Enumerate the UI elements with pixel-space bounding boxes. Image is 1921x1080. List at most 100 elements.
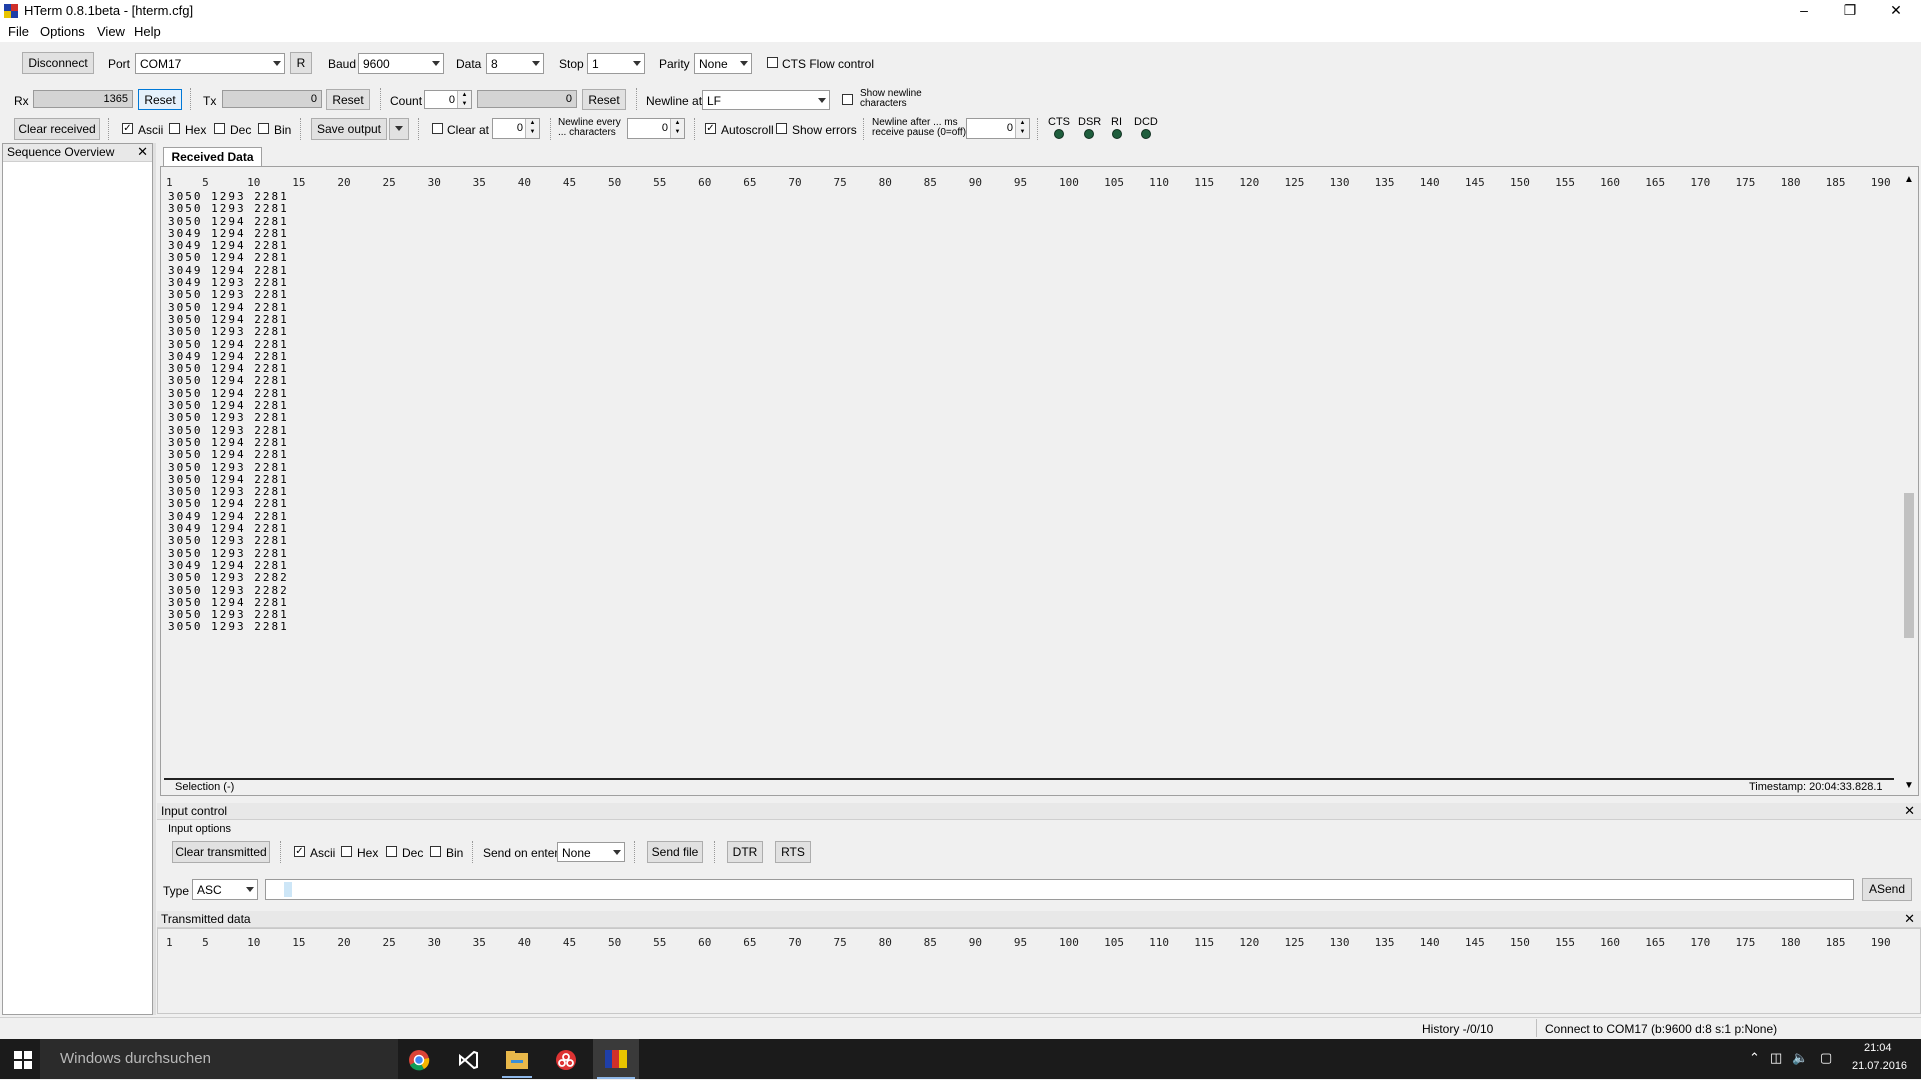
chevron-down-icon xyxy=(740,61,748,66)
tab-received-data[interactable]: Received Data xyxy=(163,147,262,166)
notification-icon[interactable]: ▢ xyxy=(1820,1050,1832,1066)
close-icon[interactable]: ✕ xyxy=(1904,803,1915,819)
disconnect-button[interactable]: Disconnect xyxy=(22,52,94,74)
show-newline-checkbox[interactable] xyxy=(842,94,853,105)
received-scrollbar[interactable] xyxy=(1902,172,1916,794)
show-errors-checkbox[interactable] xyxy=(776,123,787,134)
menu-view[interactable]: View xyxy=(97,24,125,39)
spin-arrows-icon[interactable]: ▲ ▼ xyxy=(457,91,471,108)
rx-reset-button[interactable]: Reset xyxy=(138,89,182,110)
newline-after-stepper[interactable]: 0 ▲ ▼ xyxy=(966,118,1030,139)
count-reset-button[interactable]: Reset xyxy=(582,89,626,110)
clear-received-button[interactable]: Clear received xyxy=(14,118,100,140)
close-icon[interactable]: ✕ xyxy=(1904,911,1915,927)
send-on-enter-select[interactable]: None xyxy=(557,842,625,862)
ruler-tick-label: 60 xyxy=(698,176,712,189)
scroll-down-icon[interactable]: ▼ xyxy=(1904,780,1914,791)
title-bar[interactable]: HTerm 0.8.1beta - [hterm.cfg] – ❐ ✕ xyxy=(0,0,1921,22)
received-data-lines[interactable]: 3050 1293 2281 3050 1293 2281 3050 1294 22… xyxy=(168,190,568,634)
save-output-button[interactable]: Save output xyxy=(311,118,387,140)
scrollbar-thumb[interactable] xyxy=(1904,493,1914,638)
parity-select[interactable]: None xyxy=(694,53,752,74)
newline-after-label: Newline after ... ms receive pause (0=of… xyxy=(872,117,967,138)
scroll-up-icon[interactable]: ▲ xyxy=(1904,174,1914,185)
menu-options[interactable]: Options xyxy=(40,24,85,39)
bin-checkbox[interactable] xyxy=(258,123,269,134)
spin-arrows-icon[interactable]: ▲ ▼ xyxy=(670,119,684,138)
stop-bits-select[interactable]: 1 xyxy=(587,53,645,74)
hterm-app-icon xyxy=(4,4,18,18)
type-label: Type xyxy=(163,884,190,898)
windows-start-icon[interactable] xyxy=(8,1045,38,1075)
ruler-tick-label: 125 xyxy=(1284,936,1305,949)
close-icon[interactable]: ✕ xyxy=(1873,0,1919,22)
taskbar-date[interactable]: 21.07.2016 xyxy=(1852,1060,1907,1072)
dtr-button[interactable]: DTR xyxy=(727,841,763,863)
input-ascii-label: Ascii xyxy=(310,846,336,860)
data-bits-value: 8 xyxy=(491,57,498,71)
type-select[interactable]: ASC xyxy=(192,879,258,900)
dec-checkbox[interactable] xyxy=(214,123,225,134)
clear-at-stepper[interactable]: 0 ▲ ▼ xyxy=(492,118,540,139)
input-bin-checkbox[interactable] xyxy=(430,846,441,857)
clear-transmitted-button[interactable]: Clear transmitted xyxy=(172,841,270,863)
tx-label: Tx xyxy=(203,94,217,108)
send-input[interactable] xyxy=(265,879,1854,900)
red-app-icon[interactable] xyxy=(551,1045,581,1075)
text-cursor xyxy=(284,882,292,897)
asend-button[interactable]: ASend xyxy=(1862,878,1912,901)
network-icon[interactable]: ◫ xyxy=(1770,1050,1782,1066)
input-ascii-checkbox[interactable]: ✓ xyxy=(294,846,305,857)
taskbar-search-input[interactable]: Windows durchsuchen xyxy=(40,1039,398,1079)
ruler-tick-label: 35 xyxy=(472,176,486,189)
input-hex-checkbox[interactable] xyxy=(341,846,352,857)
save-output-dropdown[interactable] xyxy=(389,118,409,140)
clear-at-label: Clear at xyxy=(447,123,490,137)
file-explorer-icon[interactable] xyxy=(502,1045,532,1075)
ruler-tick-label: 115 xyxy=(1194,936,1215,949)
ri-led-icon xyxy=(1112,129,1122,139)
spin-arrows-icon[interactable]: ▲ ▼ xyxy=(525,119,539,138)
splitter[interactable] xyxy=(153,143,156,1015)
cts-flow-label: CTS Flow control xyxy=(782,57,875,71)
hterm-taskbar-button[interactable] xyxy=(593,1039,639,1079)
close-icon[interactable]: ✕ xyxy=(137,144,148,160)
menu-help[interactable]: Help xyxy=(134,24,161,39)
volume-icon[interactable]: 🔈 xyxy=(1792,1050,1808,1066)
received-line: 3050 1293 2281 xyxy=(168,620,289,634)
autoscroll-checkbox[interactable]: ✓ xyxy=(705,123,716,134)
refresh-ports-button[interactable]: R xyxy=(290,52,312,74)
cts-flow-checkbox[interactable] xyxy=(767,57,778,68)
count-stepper[interactable]: 0 ▲ ▼ xyxy=(424,90,472,109)
data-bits-select[interactable]: 8 xyxy=(486,53,544,74)
spin-arrows-icon[interactable]: ▲ ▼ xyxy=(1015,119,1029,138)
ruler-tick-label: 170 xyxy=(1690,176,1711,189)
minimize-icon[interactable]: – xyxy=(1781,0,1827,22)
ascii-checkbox[interactable]: ✓ xyxy=(122,123,133,134)
ruler-tick-label: 10 xyxy=(247,176,261,189)
newline-every-stepper[interactable]: 0 ▲ ▼ xyxy=(627,118,685,139)
connection-status: Connect to COM17 (b:9600 d:8 s:1 p:None) xyxy=(1545,1022,1778,1036)
newline-at-select[interactable]: LF xyxy=(702,90,830,110)
ruler-tick-label: 40 xyxy=(517,936,532,949)
sequence-overview-panel: Sequence Overview ✕ xyxy=(2,143,153,1015)
baud-select[interactable]: 9600 xyxy=(358,53,444,74)
clear-at-checkbox[interactable] xyxy=(432,123,443,134)
chrome-icon[interactable] xyxy=(404,1045,434,1075)
send-file-button[interactable]: Send file xyxy=(647,841,703,863)
tray-chevron-up-icon[interactable]: ⌃ xyxy=(1749,1050,1760,1066)
input-dec-checkbox[interactable] xyxy=(386,846,397,857)
rts-button[interactable]: RTS xyxy=(775,841,811,863)
restore-icon[interactable]: ❐ xyxy=(1827,0,1873,22)
separator xyxy=(300,118,302,140)
hex-checkbox[interactable] xyxy=(169,123,180,134)
ruler-tick-label: 145 xyxy=(1464,936,1485,949)
ruler-tick-label: 140 xyxy=(1419,936,1440,949)
ruler-tick-label: 110 xyxy=(1149,936,1170,949)
port-select[interactable]: COM17 xyxy=(135,53,285,74)
tx-reset-button[interactable]: Reset xyxy=(326,89,370,110)
menu-file[interactable]: File xyxy=(8,24,29,39)
chevron-down-icon xyxy=(613,850,621,855)
visual-studio-icon[interactable] xyxy=(453,1045,483,1075)
taskbar-time[interactable]: 21:04 xyxy=(1864,1042,1892,1054)
